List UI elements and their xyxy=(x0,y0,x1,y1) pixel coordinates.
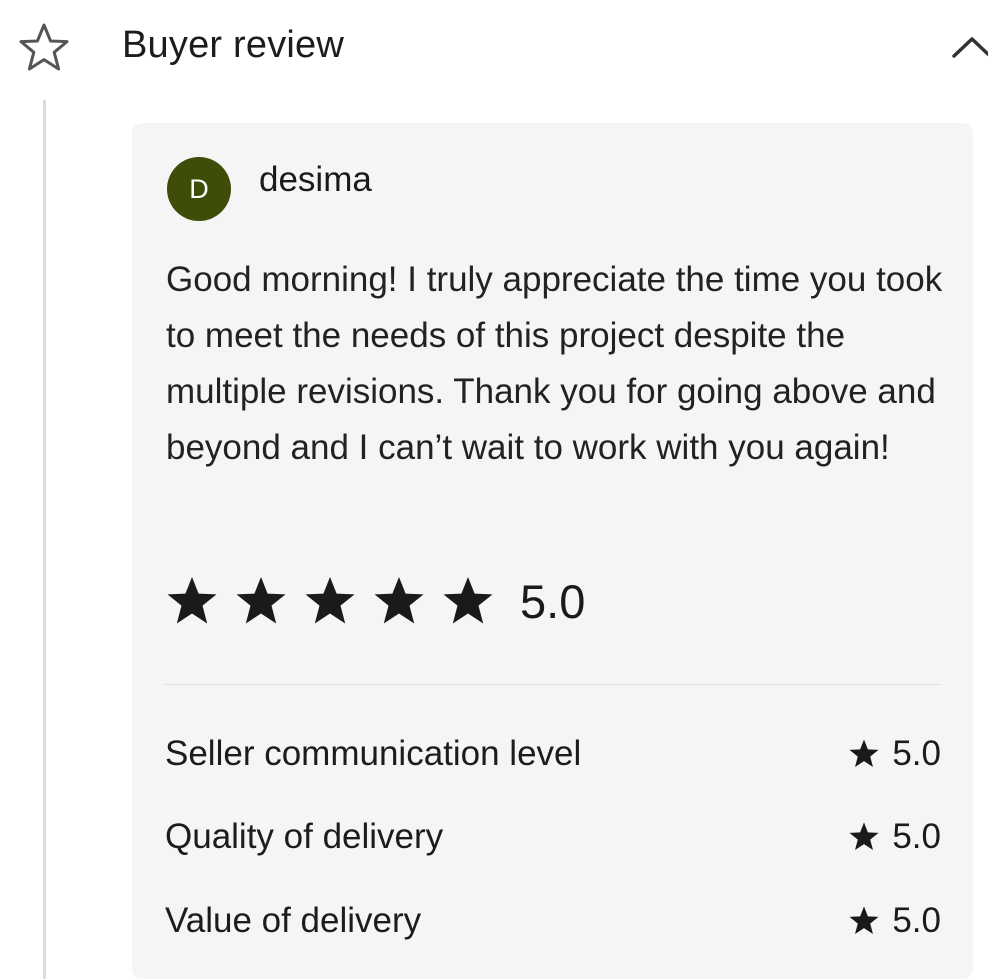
chevron-up-icon[interactable] xyxy=(948,30,988,64)
star-filled-icon xyxy=(443,577,493,624)
rating-row-communication: Seller communication level 5.0 xyxy=(165,729,941,779)
divider xyxy=(165,684,941,685)
review-card: D desima Good morning! I truly appreciat… xyxy=(132,123,973,979)
reviewer-name[interactable]: desima xyxy=(259,160,372,200)
star-filled-icon xyxy=(849,739,879,767)
timeline-divider xyxy=(43,100,46,979)
rating-label: Value of delivery xyxy=(165,901,422,940)
avatar[interactable]: D xyxy=(167,157,231,221)
rating-value: 5.0 xyxy=(848,817,941,857)
rating-row-quality: Quality of delivery 5.0 xyxy=(165,812,941,862)
star-outline-icon xyxy=(19,23,69,71)
review-header[interactable]: Buyer review xyxy=(0,0,988,100)
rating-value: 5.0 xyxy=(848,901,941,941)
rating-label: Seller communication level xyxy=(165,734,582,773)
star-filled-icon xyxy=(305,577,355,624)
star-filled-icon xyxy=(167,577,217,624)
rating-score: 5.0 xyxy=(892,901,941,940)
buyer-review-section: Buyer review D desima Good morning! I tr… xyxy=(0,0,988,979)
overall-stars xyxy=(165,574,510,628)
rating-score: 5.0 xyxy=(892,734,941,773)
avatar-initial: D xyxy=(189,173,209,204)
section-title: Buyer review xyxy=(122,24,345,66)
star-filled-icon xyxy=(849,822,879,850)
star-filled-icon xyxy=(236,577,286,624)
star-filled-icon xyxy=(849,906,879,934)
rating-value: 5.0 xyxy=(848,734,941,774)
star-filled-icon xyxy=(374,577,424,624)
rating-score: 5.0 xyxy=(892,817,941,856)
rating-label: Quality of delivery xyxy=(165,817,444,856)
review-text: Good morning! I truly appreciate the tim… xyxy=(166,260,943,467)
overall-rating: 5.0 xyxy=(165,571,585,631)
overall-score: 5.0 xyxy=(520,574,586,628)
rating-row-value: Value of delivery 5.0 xyxy=(165,896,941,946)
